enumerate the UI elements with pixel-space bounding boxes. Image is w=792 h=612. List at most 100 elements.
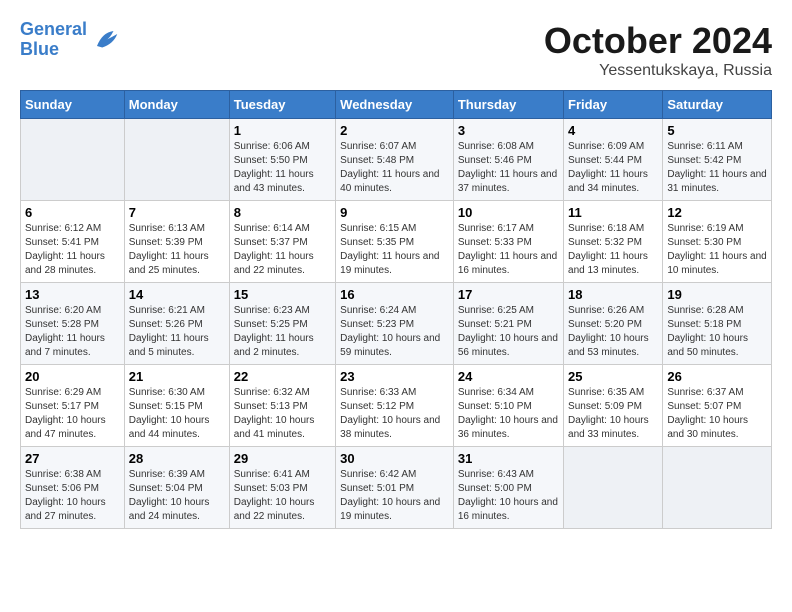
- day-number: 16: [340, 287, 449, 302]
- calendar-week-row: 13 Sunrise: 6:20 AM Sunset: 5:28 PM Dayli…: [21, 283, 772, 365]
- day-info: Sunrise: 6:25 AM Sunset: 5:21 PM Dayligh…: [458, 304, 559, 360]
- calendar-cell: 7 Sunrise: 6:13 AM Sunset: 5:39 PM Daylig…: [124, 201, 229, 283]
- day-info: Sunrise: 6:42 AM Sunset: 5:01 PM Dayligh…: [340, 468, 449, 524]
- day-info: Sunrise: 6:23 AM Sunset: 5:25 PM Dayligh…: [234, 304, 331, 360]
- page-header: General Blue October 2024 Yessentukskaya…: [20, 20, 772, 80]
- day-info: Sunrise: 6:11 AM Sunset: 5:42 PM Dayligh…: [667, 140, 767, 196]
- weekday-header-monday: Monday: [124, 91, 229, 119]
- day-number: 30: [340, 451, 449, 466]
- day-info: Sunrise: 6:33 AM Sunset: 5:12 PM Dayligh…: [340, 386, 449, 442]
- day-info: Sunrise: 6:09 AM Sunset: 5:44 PM Dayligh…: [568, 140, 658, 196]
- calendar-cell: 8 Sunrise: 6:14 AM Sunset: 5:37 PM Daylig…: [229, 201, 335, 283]
- title-area: October 2024 Yessentukskaya, Russia: [544, 20, 772, 80]
- calendar-week-row: 1Sunrise: 6:06 AM Sunset: 5:50 PM Daylig…: [21, 119, 772, 201]
- weekday-header-tuesday: Tuesday: [229, 91, 335, 119]
- calendar-cell: 22 Sunrise: 6:32 AM Sunset: 5:13 PM Dayli…: [229, 365, 335, 447]
- calendar-cell: 23 Sunrise: 6:33 AM Sunset: 5:12 PM Dayli…: [336, 365, 454, 447]
- calendar-table: SundayMondayTuesdayWednesdayThursdayFrid…: [20, 90, 772, 529]
- calendar-cell: 29 Sunrise: 6:41 AM Sunset: 5:03 PM Dayli…: [229, 447, 335, 529]
- calendar-cell: 13 Sunrise: 6:20 AM Sunset: 5:28 PM Dayli…: [21, 283, 125, 365]
- calendar-cell: 1Sunrise: 6:06 AM Sunset: 5:50 PM Daylig…: [229, 119, 335, 201]
- calendar-cell: 12 Sunrise: 6:19 AM Sunset: 5:30 PM Dayli…: [663, 201, 772, 283]
- day-number: 23: [340, 369, 449, 384]
- day-number: 28: [129, 451, 225, 466]
- day-info: Sunrise: 6:14 AM Sunset: 5:37 PM Dayligh…: [234, 222, 331, 278]
- day-number: 29: [234, 451, 331, 466]
- day-info: Sunrise: 6:43 AM Sunset: 5:00 PM Dayligh…: [458, 468, 559, 524]
- calendar-cell: 16Sunrise: 6:24 AM Sunset: 5:23 PM Dayli…: [336, 283, 454, 365]
- day-number: 6: [25, 205, 120, 220]
- calendar-cell: 4Sunrise: 6:09 AM Sunset: 5:44 PM Daylig…: [564, 119, 663, 201]
- day-number: 21: [129, 369, 225, 384]
- calendar-cell: 24 Sunrise: 6:34 AM Sunset: 5:10 PM Dayli…: [453, 365, 563, 447]
- calendar-cell: [663, 447, 772, 529]
- calendar-cell: 15 Sunrise: 6:23 AM Sunset: 5:25 PM Dayli…: [229, 283, 335, 365]
- day-number: 10: [458, 205, 559, 220]
- day-info: Sunrise: 6:39 AM Sunset: 5:04 PM Dayligh…: [129, 468, 225, 524]
- day-info: Sunrise: 6:28 AM Sunset: 5:18 PM Dayligh…: [667, 304, 767, 360]
- day-number: 1: [234, 123, 331, 138]
- day-info: Sunrise: 6:18 AM Sunset: 5:32 PM Dayligh…: [568, 222, 658, 278]
- calendar-cell: 18 Sunrise: 6:26 AM Sunset: 5:20 PM Dayli…: [564, 283, 663, 365]
- weekday-header-sunday: Sunday: [21, 91, 125, 119]
- day-info: Sunrise: 6:07 AM Sunset: 5:48 PM Dayligh…: [340, 140, 449, 196]
- weekday-header-row: SundayMondayTuesdayWednesdayThursdayFrid…: [21, 91, 772, 119]
- day-info: Sunrise: 6:19 AM Sunset: 5:30 PM Dayligh…: [667, 222, 767, 278]
- day-number: 14: [129, 287, 225, 302]
- day-number: 31: [458, 451, 559, 466]
- calendar-week-row: 27Sunrise: 6:38 AM Sunset: 5:06 PM Dayli…: [21, 447, 772, 529]
- calendar-cell: 9Sunrise: 6:15 AM Sunset: 5:35 PM Daylig…: [336, 201, 454, 283]
- calendar-cell: 11 Sunrise: 6:18 AM Sunset: 5:32 PM Dayli…: [564, 201, 663, 283]
- calendar-cell: 14 Sunrise: 6:21 AM Sunset: 5:26 PM Dayli…: [124, 283, 229, 365]
- calendar-cell: [564, 447, 663, 529]
- calendar-cell: 3 Sunrise: 6:08 AM Sunset: 5:46 PM Daylig…: [453, 119, 563, 201]
- calendar-cell: 21 Sunrise: 6:30 AM Sunset: 5:15 PM Dayli…: [124, 365, 229, 447]
- day-info: Sunrise: 6:13 AM Sunset: 5:39 PM Dayligh…: [129, 222, 225, 278]
- day-info: Sunrise: 6:26 AM Sunset: 5:20 PM Dayligh…: [568, 304, 658, 360]
- day-info: Sunrise: 6:41 AM Sunset: 5:03 PM Dayligh…: [234, 468, 331, 524]
- day-info: Sunrise: 6:34 AM Sunset: 5:10 PM Dayligh…: [458, 386, 559, 442]
- day-info: Sunrise: 6:32 AM Sunset: 5:13 PM Dayligh…: [234, 386, 331, 442]
- day-info: Sunrise: 6:21 AM Sunset: 5:26 PM Dayligh…: [129, 304, 225, 360]
- day-number: 26: [667, 369, 767, 384]
- day-number: 11: [568, 205, 658, 220]
- day-info: Sunrise: 6:17 AM Sunset: 5:33 PM Dayligh…: [458, 222, 559, 278]
- day-info: Sunrise: 6:12 AM Sunset: 5:41 PM Dayligh…: [25, 222, 120, 278]
- day-number: 2: [340, 123, 449, 138]
- day-number: 3: [458, 123, 559, 138]
- day-info: Sunrise: 6:29 AM Sunset: 5:17 PM Dayligh…: [25, 386, 120, 442]
- calendar-cell: [124, 119, 229, 201]
- day-number: 25: [568, 369, 658, 384]
- day-number: 19: [667, 287, 767, 302]
- day-number: 18: [568, 287, 658, 302]
- calendar-week-row: 6 Sunrise: 6:12 AM Sunset: 5:41 PM Daylig…: [21, 201, 772, 283]
- calendar-week-row: 20Sunrise: 6:29 AM Sunset: 5:17 PM Dayli…: [21, 365, 772, 447]
- logo: General Blue: [20, 20, 121, 60]
- location-title: Yessentukskaya, Russia: [544, 62, 772, 80]
- day-number: 7: [129, 205, 225, 220]
- calendar-cell: 6 Sunrise: 6:12 AM Sunset: 5:41 PM Daylig…: [21, 201, 125, 283]
- calendar-cell: 31 Sunrise: 6:43 AM Sunset: 5:00 PM Dayli…: [453, 447, 563, 529]
- day-number: 12: [667, 205, 767, 220]
- day-number: 9: [340, 205, 449, 220]
- calendar-cell: 17 Sunrise: 6:25 AM Sunset: 5:21 PM Dayli…: [453, 283, 563, 365]
- day-info: Sunrise: 6:30 AM Sunset: 5:15 PM Dayligh…: [129, 386, 225, 442]
- calendar-cell: 19 Sunrise: 6:28 AM Sunset: 5:18 PM Dayli…: [663, 283, 772, 365]
- calendar-cell: 10 Sunrise: 6:17 AM Sunset: 5:33 PM Dayli…: [453, 201, 563, 283]
- day-number: 17: [458, 287, 559, 302]
- day-number: 13: [25, 287, 120, 302]
- logo-text: General Blue: [20, 20, 87, 60]
- day-number: 8: [234, 205, 331, 220]
- day-info: Sunrise: 6:08 AM Sunset: 5:46 PM Dayligh…: [458, 140, 559, 196]
- day-number: 15: [234, 287, 331, 302]
- calendar-cell: 27Sunrise: 6:38 AM Sunset: 5:06 PM Dayli…: [21, 447, 125, 529]
- month-title: October 2024: [544, 20, 772, 62]
- day-number: 24: [458, 369, 559, 384]
- day-info: Sunrise: 6:20 AM Sunset: 5:28 PM Dayligh…: [25, 304, 120, 360]
- day-number: 27: [25, 451, 120, 466]
- day-number: 22: [234, 369, 331, 384]
- calendar-cell: [21, 119, 125, 201]
- calendar-cell: 28 Sunrise: 6:39 AM Sunset: 5:04 PM Dayli…: [124, 447, 229, 529]
- calendar-cell: 20Sunrise: 6:29 AM Sunset: 5:17 PM Dayli…: [21, 365, 125, 447]
- weekday-header-saturday: Saturday: [663, 91, 772, 119]
